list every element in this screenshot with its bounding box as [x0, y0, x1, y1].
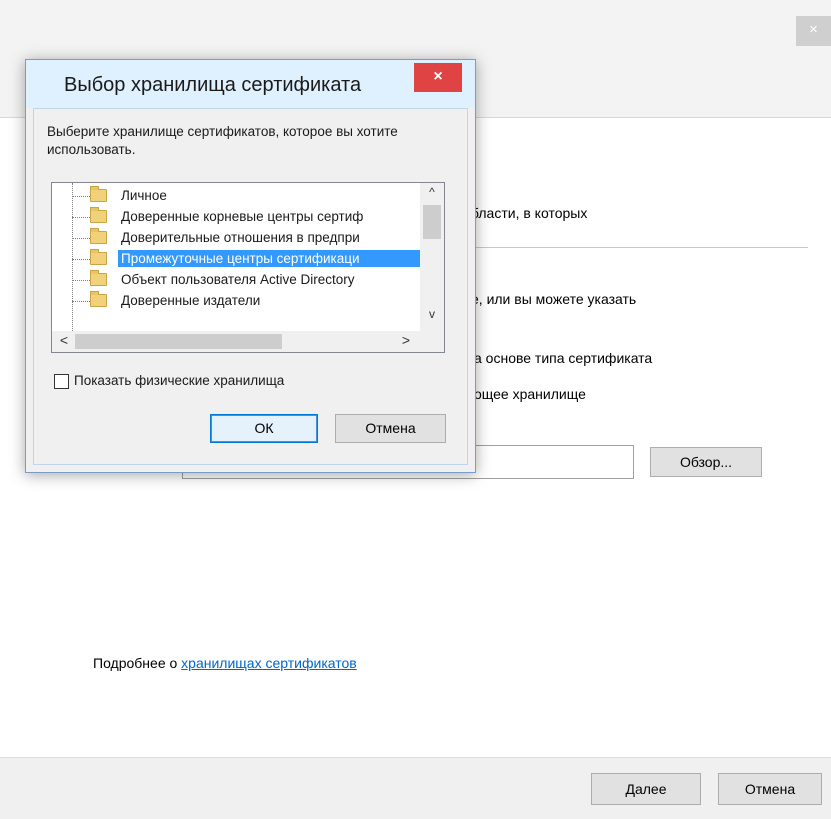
wizard-text-areas: бласти, в которых — [471, 205, 588, 221]
folder-icon — [90, 228, 107, 244]
tree-item-label: Доверенные корневые центры сертиф — [121, 209, 364, 224]
dialog-title: Выбор хранилища сертификата — [64, 74, 362, 96]
tree-branch-line — [72, 238, 90, 239]
tree-item[interactable]: Доверенные издатели — [52, 291, 420, 312]
dialog-close-button[interactable]: × — [414, 63, 462, 92]
dialog-instruction: Выберите хранилище сертификатов, которое… — [47, 124, 398, 157]
show-physical-stores-checkbox[interactable] — [54, 374, 69, 389]
tree-item-label: Доверительные отношения в предпри — [121, 230, 360, 245]
tree-branch-line — [72, 217, 90, 218]
horizontal-scrollbar[interactable]: < > — [52, 331, 420, 352]
scrollbar-corner — [420, 331, 444, 352]
scroll-left-icon[interactable]: < — [54, 332, 74, 350]
scroll-up-icon[interactable]: ^ — [420, 185, 444, 203]
horizontal-scroll-thumb[interactable] — [75, 334, 282, 349]
tree-item[interactable]: Доверенные корневые центры сертиф — [52, 207, 420, 228]
learn-more-prefix: Подробнее о — [93, 655, 182, 671]
tree-item[interactable]: Доверительные отношения в предпри — [52, 228, 420, 249]
tree-item[interactable]: Личное — [52, 186, 420, 207]
tree-item[interactable]: Объект пользователя Active Directory — [52, 270, 420, 291]
tree-branch-line — [72, 196, 90, 197]
wizard-cancel-button[interactable]: Отмена — [718, 773, 822, 805]
wizard-option-place-store[interactable]: ощее хранилище — [474, 386, 586, 402]
tree-branch-line — [72, 301, 90, 302]
folder-icon — [90, 270, 107, 286]
folder-icon — [90, 186, 107, 202]
next-button[interactable]: Далее — [591, 773, 701, 805]
vertical-scrollbar[interactable]: ^ v — [420, 183, 444, 331]
wizard-divider — [470, 247, 808, 248]
learn-more-text: Подробнее о хранилищах сертификатов — [93, 655, 357, 671]
tree-item-label: Доверенные издатели — [121, 293, 261, 308]
wizard-titlebar — [0, 0, 831, 58]
tree-branch-line — [72, 280, 90, 281]
dialog-cancel-button[interactable]: Отмена — [335, 414, 446, 443]
dialog-titlebar: Выбор хранилища сертификата × — [26, 60, 475, 108]
folder-icon — [90, 249, 107, 265]
dialog-body: Выберите хранилище сертификатов, которое… — [33, 108, 468, 465]
folder-icon — [90, 207, 107, 223]
wizard-text-or-specify: е, или вы можете указать — [471, 291, 637, 307]
tree-branch-line — [72, 259, 90, 260]
certificate-stores-link[interactable]: хранилищах сертификатов — [181, 655, 357, 671]
wizard-close-button[interactable]: × — [796, 16, 831, 46]
scroll-down-icon[interactable]: v — [420, 307, 444, 325]
certificate-store-tree[interactable]: Личное Доверенные корневые центры сертиф Д… — [51, 182, 445, 353]
tree-item-label: Личное — [121, 188, 167, 203]
folder-icon — [90, 291, 107, 307]
tree-item-label: Объект пользователя Active Directory — [121, 272, 355, 287]
wizard-footer — [0, 757, 831, 819]
show-physical-stores-label[interactable]: Показать физические хранилища — [74, 373, 284, 388]
ok-button[interactable]: ОК — [210, 414, 318, 443]
vertical-scroll-thumb[interactable] — [423, 205, 441, 239]
wizard-option-auto-select[interactable]: а основе типа сертификата — [474, 350, 652, 366]
tree-item-label: Промежуточные центры сертификаци — [118, 250, 420, 267]
browse-button[interactable]: Обзор... — [650, 447, 762, 477]
tree-item[interactable]: Промежуточные центры сертификаци — [52, 249, 420, 270]
select-certificate-store-dialog: Выбор хранилища сертификата × Выберите х… — [25, 59, 476, 473]
scroll-right-icon[interactable]: > — [396, 332, 416, 350]
